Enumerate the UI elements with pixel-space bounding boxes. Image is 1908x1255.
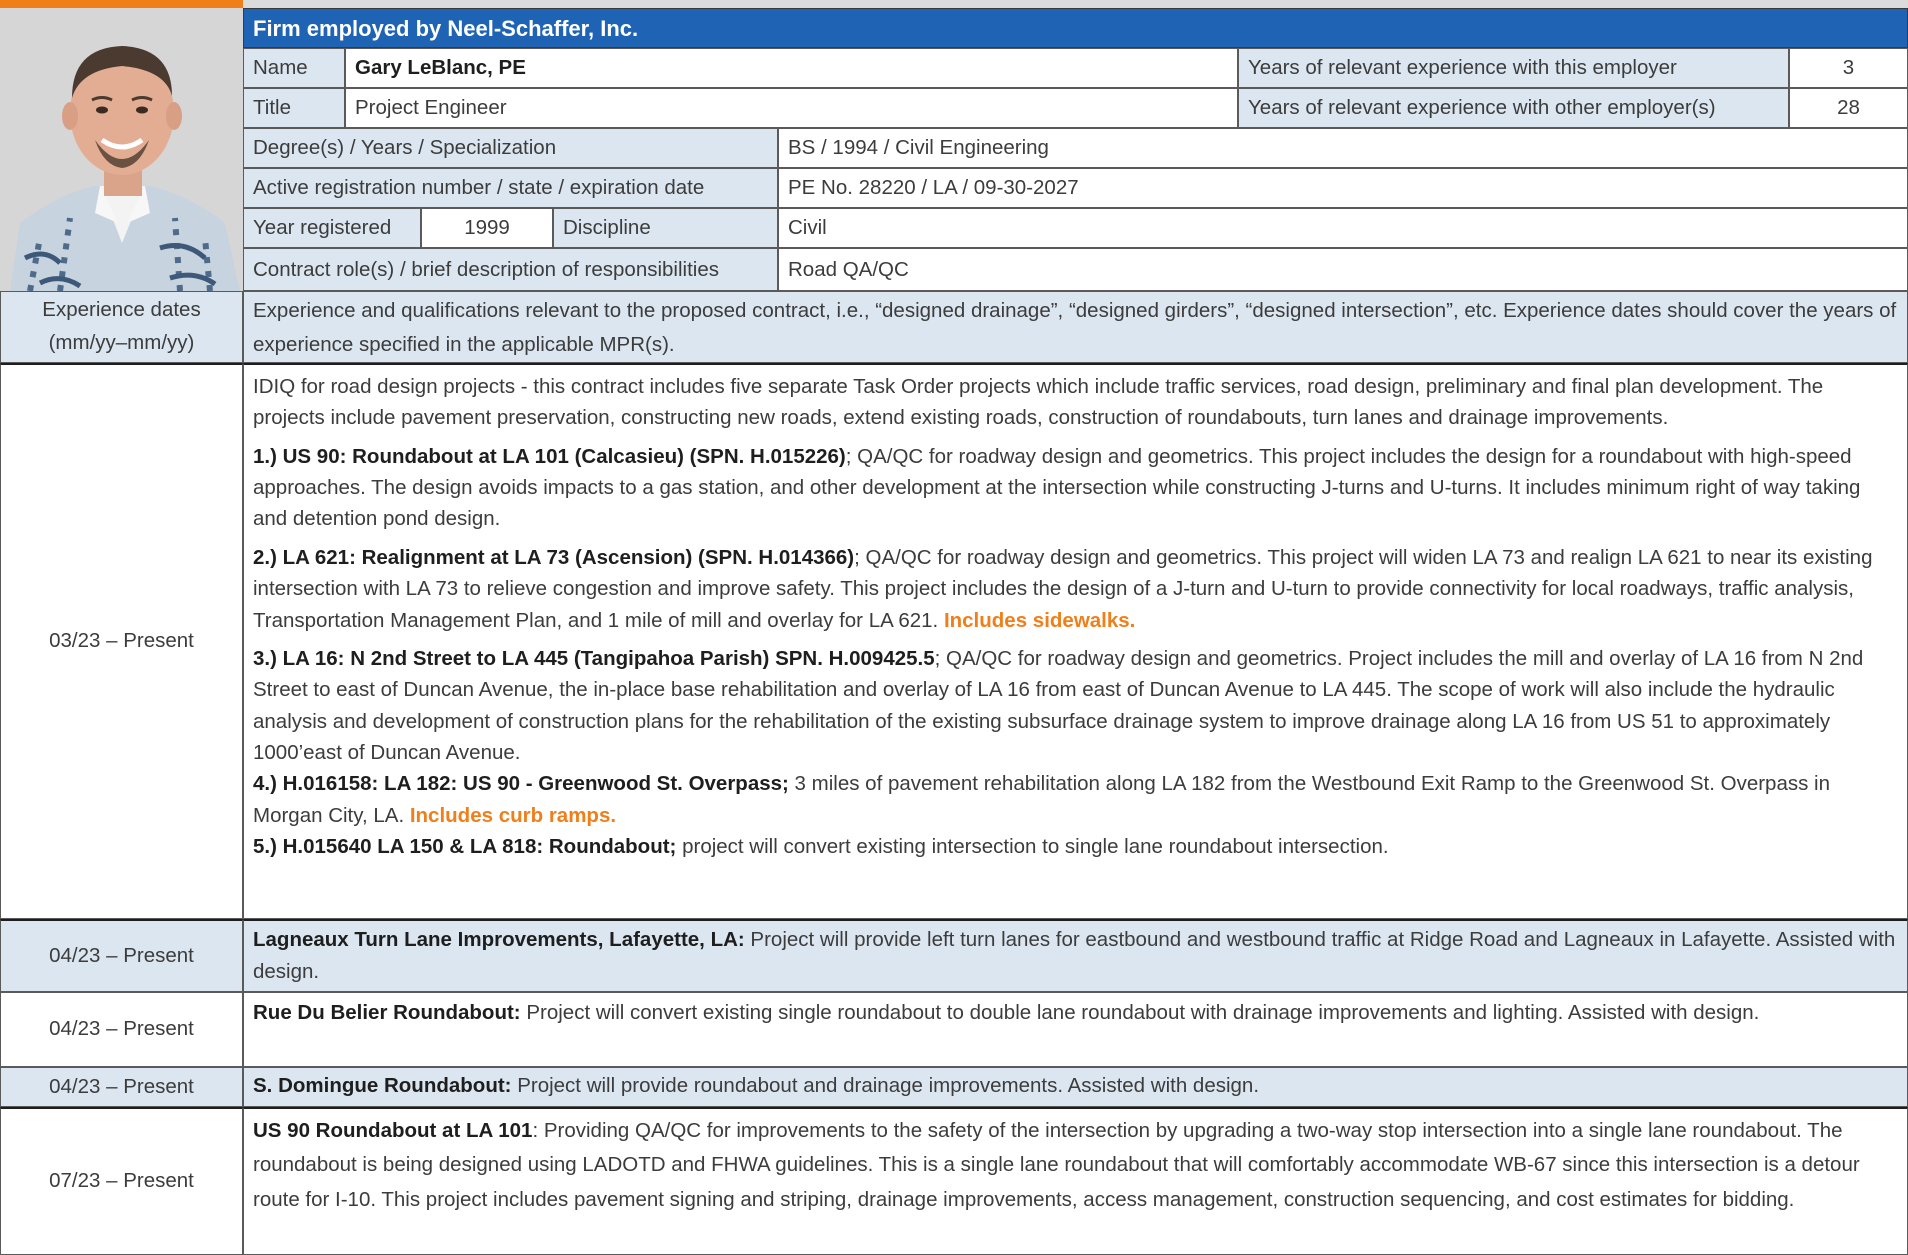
entry-1-intro: IDIQ for road design projects - this con… [253, 375, 1824, 430]
entry-4-title: S. Domingue Roundabout: [253, 1074, 512, 1097]
gray-accent [243, 0, 1908, 8]
years-employer-label: Years of relevant experience with this e… [1238, 48, 1789, 88]
entry-5-text: US 90 Roundabout at LA 101: Providing QA… [253, 1114, 1898, 1217]
role-value: Road QA/QC [778, 248, 1908, 291]
experience-dates-header: Experience dates (mm/yy–mm/yy) [0, 291, 243, 363]
entry-1-item-3: 3.) LA 16: N 2nd Street to LA 445 (Tangi… [253, 643, 1898, 768]
entry-1-item-4-title: 4.) H.016158: LA 182: US 90 - Greenwood … [253, 772, 789, 796]
firm-header: Firm employed by Neel-Schaffer, Inc. [243, 8, 1908, 48]
profile-photo [0, 8, 243, 291]
role-label: Contract role(s) / brief description of … [243, 248, 778, 291]
entry-5-title: US 90 Roundabout at LA 101 [253, 1119, 533, 1142]
entry-5-dates: 07/23 – Present [0, 1107, 243, 1255]
title-value: Project Engineer [345, 88, 1238, 128]
title-label: Title [243, 88, 345, 128]
entry-1-item-2: 2.) LA 621: Realignment at LA 73 (Ascens… [253, 542, 1898, 636]
entry-1-item-5: 5.) H.015640 LA 150 & LA 818: Roundabout… [253, 831, 1898, 862]
entry-1-description: IDIQ for road design projects - this con… [243, 363, 1908, 919]
entry-4-text: S. Domingue Roundabout: Project will pro… [253, 1070, 1898, 1102]
entry-2-title: Lagneaux Turn Lane Improvements, Lafayet… [253, 928, 745, 951]
entry-3-text: Rue Du Belier Roundabout: Project will c… [253, 997, 1898, 1029]
entry-4-body: Project will provide roundabout and drai… [511, 1074, 1260, 1097]
registration-label: Active registration number / state / exp… [243, 168, 778, 208]
top-accent-bar [0, 0, 1908, 8]
entry-1-item-5-title: 5.) H.015640 LA 150 & LA 818: Roundabout… [253, 835, 677, 859]
degree-value: BS / 1994 / Civil Engineering [778, 128, 1908, 168]
entry-1-item-4-highlight: Includes curb ramps. [409, 803, 617, 827]
entry-1-dates: 03/23 – Present [0, 363, 243, 919]
entry-1-item-2-highlight: Includes sidewalks. [943, 608, 1136, 632]
name-value: Gary LeBlanc, PE [345, 48, 1238, 88]
years-employer-value: 3 [1789, 48, 1908, 88]
discipline-label: Discipline [553, 208, 778, 248]
discipline-value: Civil [778, 208, 1908, 248]
entry-3-dates: 04/23 – Present [0, 992, 243, 1067]
entry-2-text: Lagneaux Turn Lane Improvements, Lafayet… [253, 924, 1898, 988]
entry-1-item-1: 1.) US 90: Roundabout at LA 101 (Calcasi… [253, 441, 1898, 535]
entry-1-item-1-title: 1.) US 90: Roundabout at LA 101 (Calcasi… [253, 444, 846, 468]
registration-value: PE No. 28220 / LA / 09-30-2027 [778, 168, 1908, 208]
year-registered-value: 1999 [421, 208, 553, 248]
entry-1-item-3-title: 3.) LA 16: N 2nd Street to LA 445 (Tangi… [253, 646, 935, 670]
entry-1-item-5-text: project will convert existing intersecti… [676, 835, 1389, 859]
portrait-image [0, 8, 243, 291]
entry-5-description: US 90 Roundabout at LA 101: Providing QA… [243, 1107, 1908, 1255]
entry-3-description: Rue Du Belier Roundabout: Project will c… [243, 992, 1908, 1067]
experience-description-header: Experience and qualifications relevant t… [243, 291, 1908, 363]
entry-3-body: Project will convert existing single rou… [520, 1001, 1760, 1024]
years-other-value: 28 [1789, 88, 1908, 128]
entry-4-description: S. Domingue Roundabout: Project will pro… [243, 1067, 1908, 1107]
entry-1-item-4: 4.) H.016158: LA 182: US 90 - Greenwood … [253, 768, 1898, 831]
degree-label: Degree(s) / Years / Specialization [243, 128, 778, 168]
entry-2-dates: 04/23 – Present [0, 919, 243, 992]
experience-header-text: Experience and qualifications relevant t… [253, 299, 1897, 357]
entry-4-dates: 04/23 – Present [0, 1067, 243, 1107]
year-registered-label: Year registered [243, 208, 421, 248]
entry-2-description: Lagneaux Turn Lane Improvements, Lafayet… [243, 919, 1908, 992]
orange-accent [0, 0, 243, 8]
entry-3-title: Rue Du Belier Roundabout: [253, 1001, 521, 1024]
name-label: Name [243, 48, 345, 88]
entry-1-item-2-title: 2.) LA 621: Realignment at LA 73 (Ascens… [253, 545, 855, 569]
years-other-label: Years of relevant experience with other … [1238, 88, 1789, 128]
